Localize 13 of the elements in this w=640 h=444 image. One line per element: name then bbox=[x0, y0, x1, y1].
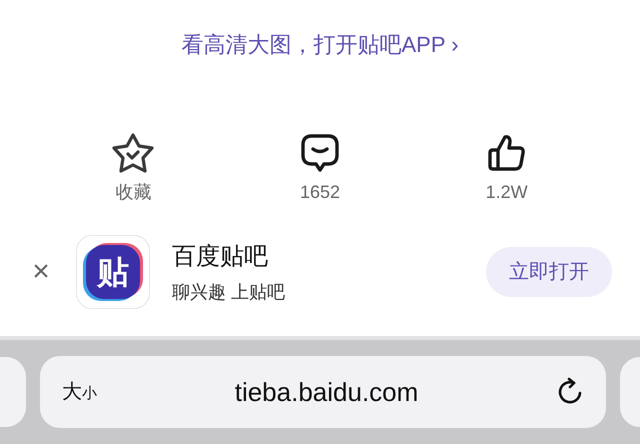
like-action[interactable]: 1.2W bbox=[446, 130, 567, 206]
close-button[interactable]: × bbox=[28, 257, 54, 287]
text-size-button[interactable]: 大小 bbox=[62, 377, 97, 407]
open-app-link[interactable]: 看高清大图，打开贴吧APP › bbox=[181, 28, 459, 60]
tab-preview[interactable] bbox=[0, 357, 26, 427]
comment-action[interactable]: 1652 bbox=[260, 130, 380, 206]
url-text: tieba.baidu.com bbox=[234, 376, 420, 408]
app-name: 百度贴吧 bbox=[172, 242, 269, 272]
logo-text: 贴 bbox=[97, 256, 129, 288]
star-action[interactable]: 收藏 bbox=[73, 130, 194, 206]
app-slogan: 聊兴趣 上贴吧 bbox=[172, 280, 286, 304]
address-bar[interactable]: 大小 tieba.baidu.com bbox=[40, 356, 606, 428]
open-button[interactable]: 立即打开 bbox=[486, 247, 612, 297]
